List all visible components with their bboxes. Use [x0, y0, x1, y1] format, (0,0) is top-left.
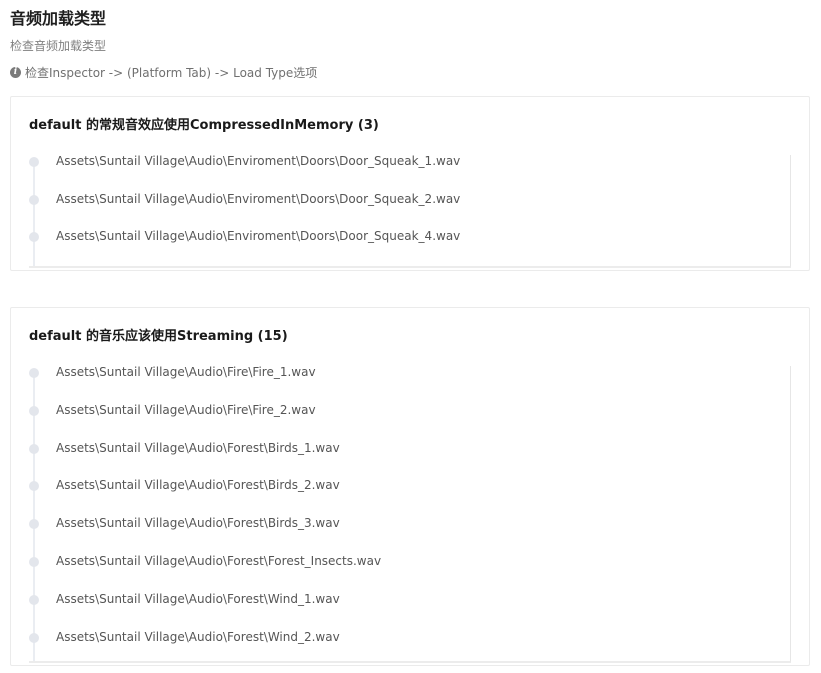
timeline-item: Assets\Suntail Village\Audio\Forest\Fore… [29, 553, 790, 593]
audio-load-type-page: 音频加载类型 检查音频加载类型 i 检查Inspector -> (Platfo… [0, 0, 821, 673]
hint-line: i 检查Inspector -> (Platform Tab) -> Load … [10, 63, 317, 81]
timeline-item: Assets\Suntail Village\Audio\Forest\Wind… [29, 629, 790, 669]
timeline-item: Assets\Suntail Village\Audio\Enviroment\… [29, 154, 790, 193]
timeline-dot [29, 405, 39, 416]
timeline-dot [29, 594, 39, 605]
timeline-dot [29, 232, 39, 242]
asset-path: Assets\Suntail Village\Audio\Fire\Fire_1… [56, 365, 316, 379]
section-card-sfx: default 的常规音效应使用CompressedInMemory (3) A… [10, 96, 810, 271]
timeline-scroll-area[interactable]: Assets\Suntail Village\Audio\Enviroment\… [29, 154, 791, 268]
timeline-dot [29, 443, 39, 454]
timeline-dot [29, 157, 39, 167]
asset-path: Assets\Suntail Village\Audio\Forest\Wind… [56, 591, 340, 606]
timeline-item: Assets\Suntail Village\Audio\Forest\Wind… [29, 591, 790, 631]
timeline-item: Assets\Suntail Village\Audio\Enviroment\… [29, 229, 790, 268]
page-subtitle: 检查音频加载类型 [10, 39, 107, 53]
timeline-list: Assets\Suntail Village\Audio\Enviroment\… [29, 154, 790, 268]
hint-text: 检查Inspector -> (Platform Tab) -> Load Ty… [25, 65, 318, 80]
timeline-item: Assets\Suntail Village\Audio\Forest\Bird… [29, 478, 790, 517]
timeline-item: Assets\Suntail Village\Audio\Forest\Bird… [29, 516, 790, 555]
asset-path: Assets\Suntail Village\Audio\Enviroment\… [56, 154, 461, 168]
section-card-music: default 的音乐应该使用Streaming (15) Assets\Sun… [10, 307, 810, 666]
timeline-dot [29, 194, 39, 205]
timeline-item: Assets\Suntail Village\Audio\Enviroment\… [29, 191, 790, 231]
timeline-list: Assets\Suntail Village\Audio\Fire\Fire_1… [29, 365, 790, 669]
page-title: 音频加载类型 [10, 9, 107, 28]
timeline-dot [29, 519, 39, 530]
info-icon: i [10, 66, 21, 78]
asset-path: Assets\Suntail Village\Audio\Enviroment\… [56, 229, 461, 243]
timeline-dot [29, 368, 39, 378]
timeline-dot [29, 632, 39, 643]
section-title: default 的常规音效应使用CompressedInMemory (3) [29, 118, 379, 133]
asset-path: Assets\Suntail Village\Audio\Fire\Fire_2… [56, 402, 316, 417]
timeline-dot [29, 481, 39, 492]
asset-path: Assets\Suntail Village\Audio\Forest\Bird… [56, 516, 340, 531]
section-title: default 的音乐应该使用Streaming (15) [29, 329, 288, 344]
asset-path: Assets\Suntail Village\Audio\Forest\Bird… [56, 478, 340, 493]
asset-path: Assets\Suntail Village\Audio\Enviroment\… [56, 191, 461, 206]
timeline-scroll-area[interactable]: Assets\Suntail Village\Audio\Fire\Fire_1… [29, 365, 791, 663]
timeline-item: Assets\Suntail Village\Audio\Fire\Fire_1… [29, 365, 790, 404]
timeline-item: Assets\Suntail Village\Audio\Fire\Fire_2… [29, 402, 790, 442]
timeline-dot [29, 556, 39, 567]
asset-path: Assets\Suntail Village\Audio\Forest\Bird… [56, 440, 340, 455]
asset-path: Assets\Suntail Village\Audio\Forest\Wind… [56, 629, 340, 644]
timeline-item: Assets\Suntail Village\Audio\Forest\Bird… [29, 440, 790, 480]
asset-path: Assets\Suntail Village\Audio\Forest\Fore… [56, 553, 382, 568]
